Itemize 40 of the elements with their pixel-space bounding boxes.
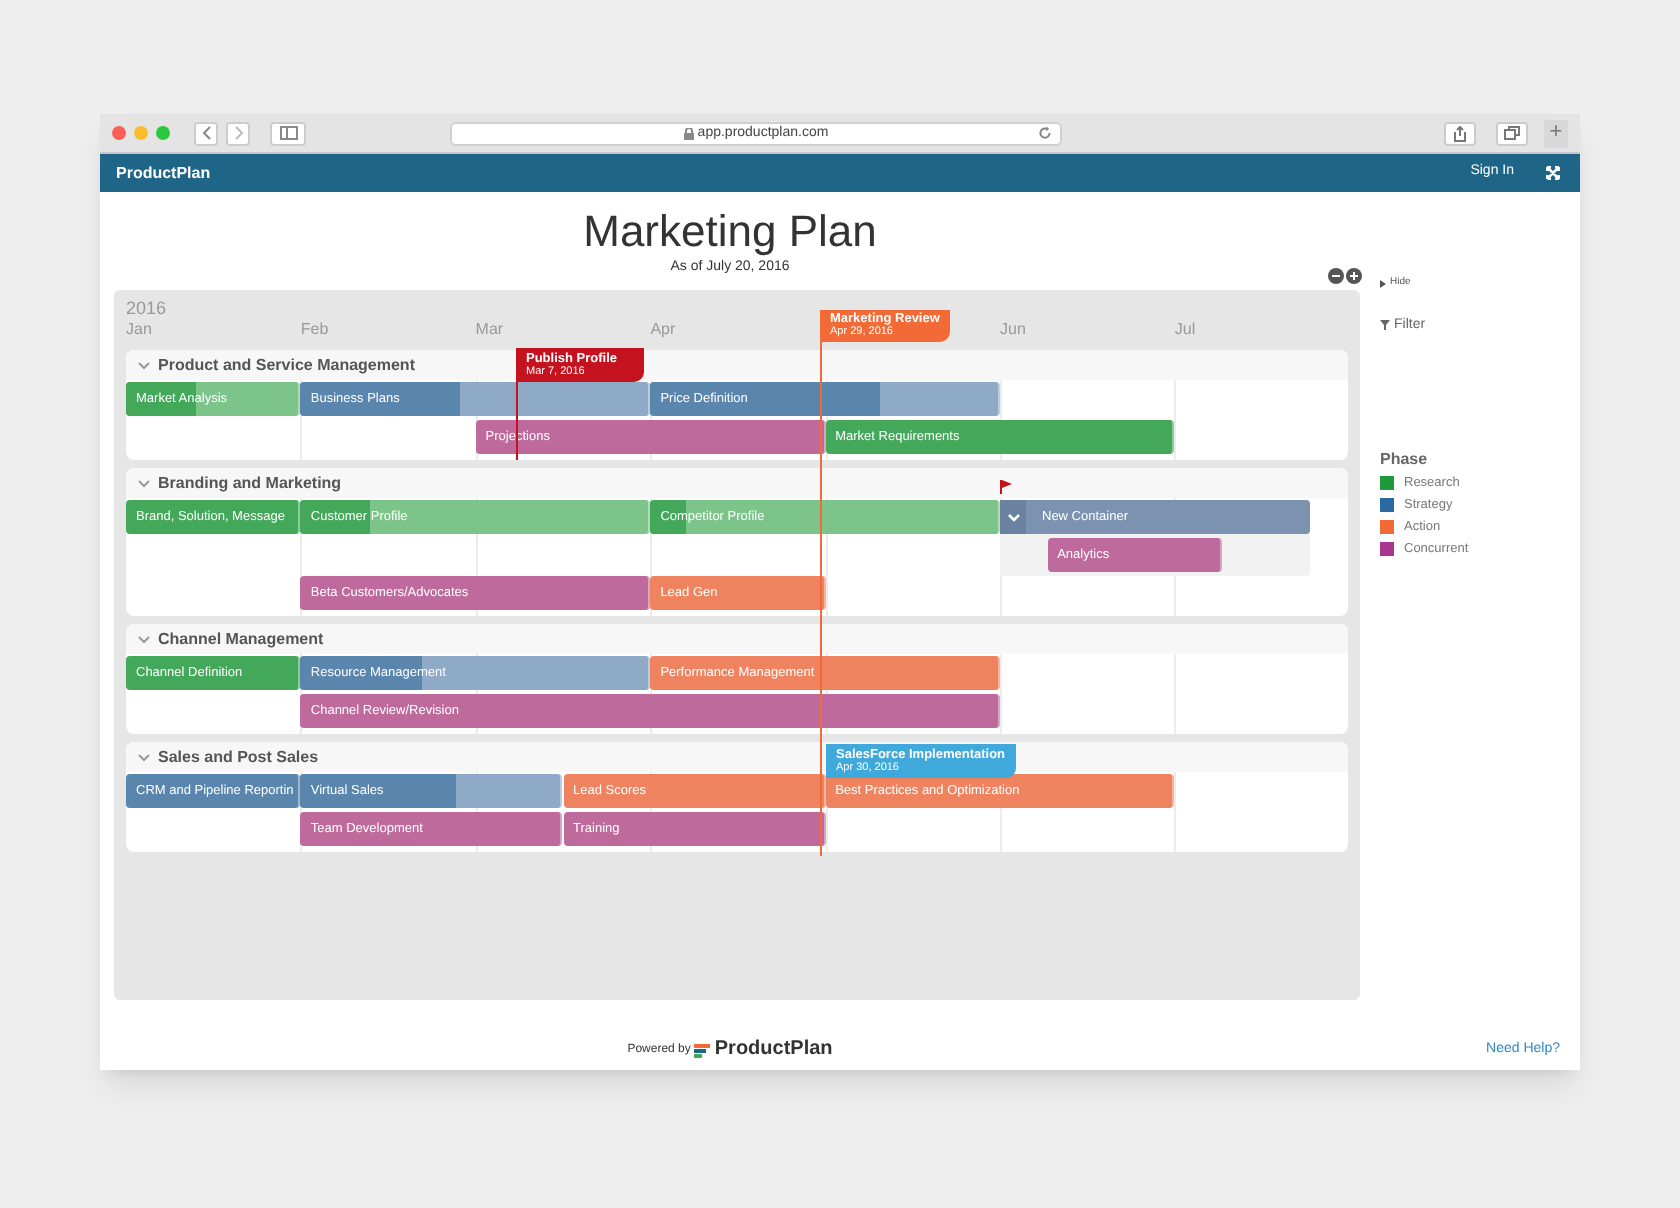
app-brand[interactable]: ProductPlan [116, 161, 211, 185]
chevron-right-icon [233, 126, 243, 140]
plan-title: Marketing Plan [583, 206, 877, 258]
share-button[interactable] [1444, 121, 1476, 145]
milestone-line [516, 380, 518, 460]
footer-brand: ProductPlan [714, 1040, 833, 1060]
triangle-right-icon [1380, 279, 1386, 288]
tabs-button[interactable] [1496, 121, 1528, 145]
chevron-left-icon [201, 126, 211, 140]
chevron-down-icon [138, 635, 150, 643]
sidebar-toggle-button[interactable] [270, 121, 306, 145]
productplan-logo-icon [694, 1043, 711, 1057]
lock-icon [683, 127, 694, 139]
chevron-down-icon [138, 479, 150, 487]
chevron-down-icon[interactable] [1000, 500, 1026, 534]
month-label: Jul [1174, 318, 1196, 342]
filter-icon [1380, 320, 1390, 331]
legend-title: Phase [1380, 450, 1430, 470]
month-label: Jun [1000, 318, 1026, 342]
lane-header[interactable]: Branding and Marketing [126, 468, 354, 498]
tabs-icon [1504, 126, 1520, 140]
lane-header[interactable]: Sales and Post Sales [126, 742, 331, 772]
fullscreen-icon[interactable] [1546, 166, 1560, 180]
back-button[interactable] [194, 121, 218, 145]
chevron-down-icon [138, 361, 150, 369]
zoom-in-icon[interactable] [1346, 268, 1362, 284]
reload-icon[interactable] [1038, 126, 1052, 140]
lane-header[interactable]: Product and Service Management [126, 350, 427, 380]
month-label: Mar [475, 318, 504, 342]
new-tab-button[interactable]: + [1544, 119, 1568, 147]
month-label: Apr [650, 318, 676, 342]
year-label: 2016 [126, 298, 167, 318]
chevron-down-icon [138, 753, 150, 761]
sidebar-icon [279, 126, 297, 140]
share-icon [1454, 125, 1466, 141]
month-label: Feb [300, 318, 329, 342]
month-label: Jan [126, 318, 152, 342]
zoom-out-icon[interactable] [1328, 268, 1344, 284]
lane-header[interactable]: Channel Management [126, 624, 336, 654]
flag-icon[interactable] [1000, 480, 1012, 494]
